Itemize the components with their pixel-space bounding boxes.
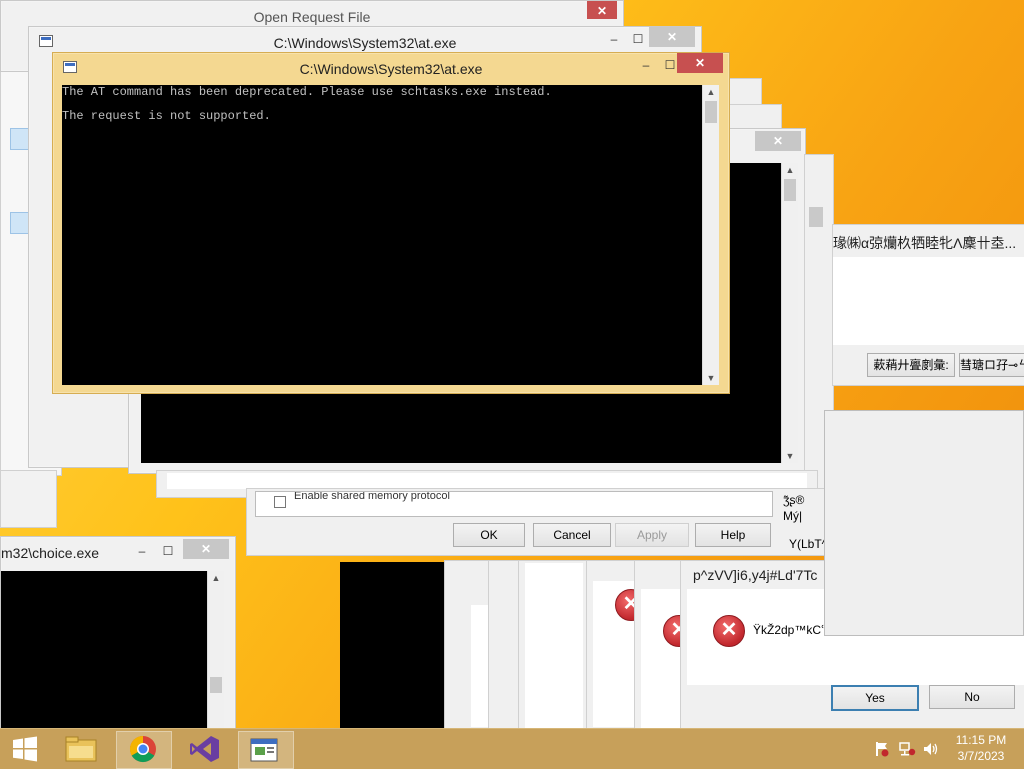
window-title: C:\Windows\System32\at.exe: [299, 61, 483, 77]
dialog-button-2[interactable]: 彗瑭ロ孖⊸ㄣ: [959, 353, 1024, 377]
network-icon[interactable]: [898, 741, 916, 757]
list-item[interactable]: [10, 212, 30, 234]
checkbox-label: Enable shared memory protocol: [294, 491, 450, 502]
console-output[interactable]: The AT command has been deprecated. Plea…: [62, 85, 702, 385]
clock-date[interactable]: 3/7/2023: [950, 749, 1012, 763]
console-line: The AT command has been deprecated. Plea…: [62, 85, 552, 99]
close-button[interactable]: ✕: [677, 53, 723, 73]
dialog-title: 瑑㈱α弶爤杦牺睦牝Λ麇卄坴...: [833, 235, 1017, 251]
close-button[interactable]: ✕: [183, 539, 229, 559]
scroll-thumb[interactable]: [809, 207, 823, 227]
vertical-scrollbar[interactable]: ▲: [207, 571, 224, 728]
visual-studio-icon: [190, 736, 219, 762]
list-item[interactable]: [10, 128, 30, 150]
console-line: The request is not supported.: [62, 109, 271, 123]
minimize-button[interactable]: ‒: [601, 29, 627, 49]
bottom-strip-fill: [167, 473, 807, 489]
maximize-icon: ☐: [664, 58, 676, 72]
yes-button[interactable]: Yes: [831, 685, 919, 711]
stacked-dialog-fill: [525, 563, 583, 728]
scroll-down-icon[interactable]: ▼: [782, 449, 798, 463]
minimize-button[interactable]: ‒: [633, 55, 659, 75]
taskbar-file-explorer[interactable]: [54, 731, 108, 767]
close-button[interactable]: ✕: [755, 131, 801, 151]
taskbar-chrome[interactable]: [116, 731, 172, 769]
checkbox-box[interactable]: [274, 496, 286, 508]
side-text-3: Y(LbT^: [789, 537, 828, 551]
windows-logo-icon: [13, 736, 37, 762]
vertical-scrollbar[interactable]: ▲ ▼: [781, 163, 798, 463]
side-text-1: ʒ͂ʂ®: [783, 493, 805, 507]
console-icon: [250, 738, 278, 762]
maximize-icon: ☐: [632, 32, 644, 46]
help-button[interactable]: Help: [695, 523, 771, 547]
flag-icon[interactable]: [874, 741, 890, 757]
close-icon: ✕: [772, 134, 784, 148]
maximize-button[interactable]: ☐: [155, 541, 181, 561]
taskbar: 11:15 PM 3/7/2023: [0, 728, 1024, 769]
maximize-icon: ☐: [162, 544, 174, 558]
minimize-icon: ‒: [610, 32, 618, 46]
clock-time[interactable]: 11:15 PM: [950, 733, 1012, 747]
ok-button[interactable]: OK: [453, 523, 525, 547]
choice-exe-window[interactable]: m32\choice.exe ‒ ☐ ✕ ▲: [0, 536, 236, 728]
window-title: Open Request File: [253, 9, 371, 25]
dialog-body: [833, 257, 1024, 345]
checkbox-shared-memory[interactable]: Enable shared memory protocol: [255, 491, 773, 517]
blank-window[interactable]: [824, 410, 1024, 636]
at-exe-window[interactable]: C:\Windows\System32\at.exe ‒ ☐ ✕ The AT …: [52, 52, 730, 394]
scroll-thumb[interactable]: [705, 101, 717, 123]
dialog-button-1[interactable]: 蔌蕱廾亹剫彙:: [867, 353, 955, 377]
dialog-title: p^zVV]i6,y4j#Ld'7Tc: [693, 567, 818, 583]
console-fragment: [340, 562, 444, 728]
stacked-dialog: [444, 560, 492, 728]
close-icon: ✕: [596, 4, 608, 18]
close-button[interactable]: ✕: [649, 27, 695, 47]
minimize-button[interactable]: ‒: [129, 541, 155, 561]
minimize-icon: ‒: [138, 544, 146, 558]
cancel-button[interactable]: Cancel: [533, 523, 611, 547]
close-icon: ✕: [200, 542, 212, 556]
error-icon: ✕: [713, 615, 745, 647]
vertical-scrollbar[interactable]: ▲ ▼: [702, 85, 719, 385]
properties-dialog[interactable]: Enable shared memory protocol ʒ͂ʂ® Mý| Y…: [246, 488, 828, 556]
error-dialog-stacked: ✕: [586, 560, 647, 728]
taskbar-visual-studio[interactable]: [178, 731, 232, 767]
error-message: ŸkŽ2dp™kCՙ: [753, 623, 825, 637]
scroll-down-icon[interactable]: ▼: [703, 371, 719, 385]
close-button[interactable]: ✕: [587, 1, 617, 19]
scroll-up-icon[interactable]: ▲: [208, 571, 224, 585]
volume-icon[interactable]: [922, 741, 940, 757]
background-panel-left-bottom: [0, 470, 57, 528]
scroll-thumb[interactable]: [210, 677, 222, 693]
garbled-dialog[interactable]: 瑑㈱α弶爤杦牺睦牝Λ麇卄坴... 蔌蕱廾亹剫彙: 彗瑭ロ孖⊸ㄣ: [832, 224, 1024, 386]
stacked-dialog: [488, 560, 522, 728]
no-button[interactable]: No: [929, 685, 1015, 709]
desktop: Open Request File ✕ C:\Windows\System32\…: [0, 0, 1024, 728]
console-output[interactable]: [1, 571, 207, 728]
minimize-icon: ‒: [642, 58, 650, 72]
scroll-up-icon[interactable]: ▲: [703, 85, 719, 99]
scroll-thumb[interactable]: [784, 179, 796, 201]
close-icon: ✕: [694, 56, 706, 70]
folder-icon: [65, 736, 97, 762]
maximize-button[interactable]: ☐: [625, 29, 651, 49]
scroll-up-icon[interactable]: ▲: [782, 163, 798, 177]
close-icon: ✕: [666, 30, 678, 44]
chrome-icon: [129, 735, 156, 763]
start-button[interactable]: [0, 731, 50, 767]
taskbar-console[interactable]: [238, 731, 294, 769]
stacked-dialog: [518, 560, 590, 728]
side-text-2: Mý|: [783, 509, 803, 523]
apply-button[interactable]: Apply: [615, 523, 689, 547]
